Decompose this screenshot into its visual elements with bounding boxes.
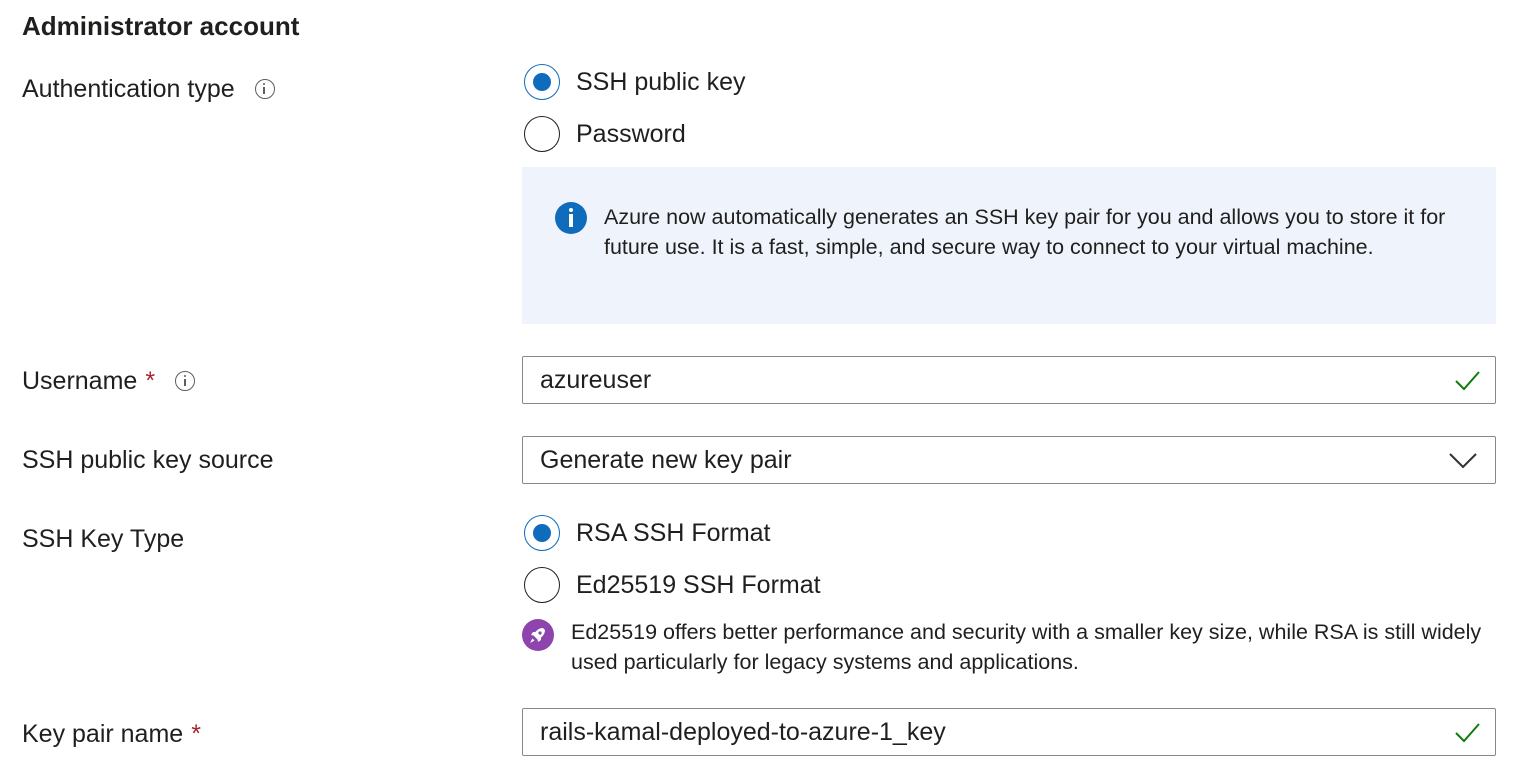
section-title: Administrator account [22, 11, 300, 41]
required-marker: * [145, 367, 156, 395]
radio-label: RSA SSH Format [576, 519, 771, 547]
username-label-row: Username * [22, 364, 196, 398]
rocket-icon [522, 619, 554, 651]
ssh-key-source-dropdown[interactable]: Generate new key pair [522, 436, 1496, 484]
radio-button[interactable] [524, 116, 560, 152]
radio-button-checked[interactable] [524, 515, 560, 551]
info-message-bar: Azure now automatically generates an SSH… [522, 167, 1496, 324]
info-message-text: Azure now automatically generates an SSH… [604, 205, 1446, 259]
required-marker: * [191, 720, 201, 748]
dropdown-selected-value: Generate new key pair [540, 445, 792, 474]
checkmark-icon [1455, 371, 1480, 391]
radio-button-checked[interactable] [524, 64, 560, 100]
radio-label: SSH public key [576, 68, 746, 96]
radio-ssh-public-key[interactable]: SSH public key [524, 64, 746, 100]
key-type-note: Ed25519 offers better performance and se… [522, 617, 1491, 677]
username-input[interactable] [523, 357, 1447, 403]
info-icon[interactable] [175, 371, 196, 391]
authentication-type-label-row: Authentication type [22, 72, 275, 106]
radio-password[interactable]: Password [524, 116, 686, 152]
chevron-down-icon[interactable] [1443, 440, 1483, 480]
radio-ed25519-ssh-format[interactable]: Ed25519 SSH Format [524, 567, 821, 603]
key-pair-name-field[interactable] [522, 708, 1496, 756]
info-filled-icon [555, 202, 587, 234]
username-field[interactable] [522, 356, 1496, 404]
info-icon[interactable] [254, 79, 275, 99]
key-type-note-text: Ed25519 offers better performance and se… [571, 620, 1482, 674]
radio-rsa-ssh-format[interactable]: RSA SSH Format [524, 515, 771, 551]
ssh-key-source-label: SSH public key source [22, 446, 274, 474]
radio-label: Password [576, 120, 686, 148]
checkmark-icon [1455, 723, 1480, 743]
radio-button[interactable] [524, 567, 560, 603]
key-pair-name-label-row: Key pair name * [22, 717, 201, 751]
radio-label: Ed25519 SSH Format [576, 571, 821, 599]
ssh-key-source-label-row: SSH public key source [22, 443, 274, 477]
username-label: Username [22, 367, 138, 395]
ssh-key-type-label: SSH Key Type [22, 525, 185, 553]
key-pair-name-input[interactable] [523, 709, 1447, 755]
ssh-key-type-label-row: SSH Key Type [22, 522, 184, 556]
authentication-type-label: Authentication type [22, 75, 235, 103]
key-pair-name-label: Key pair name [22, 720, 184, 748]
